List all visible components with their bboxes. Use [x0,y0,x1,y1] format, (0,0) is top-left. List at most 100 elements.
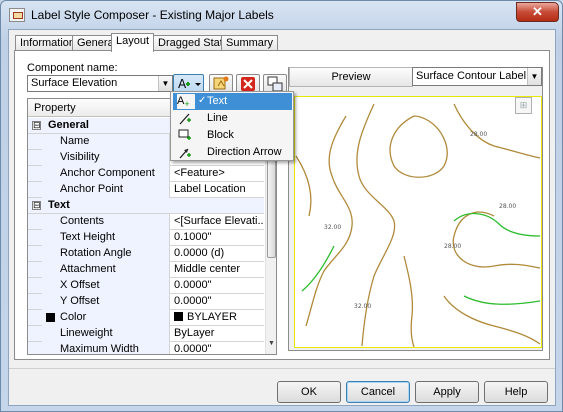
property-name: Text Height [42,230,170,246]
menu-item-text[interactable]: A+ ✓ Text [173,93,292,110]
app-icon [9,8,25,22]
property-value[interactable]: <[Surface Elevati... [171,214,264,230]
menu-item-block[interactable]: Block [173,127,292,144]
contour-preview-drawing: 28.00 28.00 32.00 28.00 32.00 [294,96,542,348]
property-row[interactable]: Color BYLAYER [28,310,264,326]
block-component-icon [177,128,195,143]
property-value[interactable]: 0.1000" [171,230,264,246]
property-name-text: Text Height [60,231,116,243]
menu-item-label: Line [207,112,228,124]
preview-button[interactable]: Preview [289,67,413,87]
menu-item-label: Block [207,129,234,141]
component-name-combo[interactable]: Surface Elevation ▼ [27,75,173,92]
scroll-down-arrow-icon[interactable]: ▼ [266,340,276,352]
close-button[interactable]: ✕ [516,2,559,22]
property-name-text: X Offset [60,279,100,291]
zoom-extents-icon[interactable]: ⊞ [515,97,532,114]
property-value-text: 0.0000 (d) [174,247,225,259]
property-row[interactable]: Text Height 0.1000" [28,230,264,246]
menu-item-label: Direction Arrow [207,146,282,158]
property-name: X Offset [42,278,170,294]
contour-label: 28.00 [470,131,487,138]
tab-layout[interactable]: Layout [111,33,155,52]
property-name-text: Color [60,311,87,323]
svg-text:A: A [178,77,187,91]
separator [9,368,555,369]
property-group-text[interactable]: ⊟ Text [28,198,264,214]
preview-style-value: Surface Contour Label Styl [416,70,542,82]
contour-label: 28.00 [444,243,461,250]
apply-button[interactable]: Apply [415,381,479,403]
preview-style-combo[interactable]: Surface Contour Label Styl ▼ [412,67,542,86]
property-row[interactable]: Attachment Middle center [28,262,264,278]
property-name-text: Maximum Width [60,343,139,355]
collapse-icon[interactable]: ⊟ [32,201,41,210]
property-value-text: Label Location [174,183,246,195]
property-name: Attachment [42,262,170,278]
property-row[interactable]: Maximum Width 0.0000" [28,342,264,355]
property-name: Visibility [42,150,170,166]
property-name-text: Anchor Component [60,167,155,179]
property-name-text: Name [60,135,90,147]
contour-label: 32.00 [354,303,371,310]
text-component-icon: A+ [177,94,195,109]
tab-summary[interactable]: Summary [221,35,279,51]
property-value[interactable]: Label Location [171,182,264,198]
property-value[interactable]: 0.0000 (d) [171,246,264,262]
property-name-text: Anchor Point [60,183,123,195]
collapse-icon[interactable]: ⊟ [32,121,41,130]
property-value[interactable]: ByLayer [171,326,264,342]
cancel-button[interactable]: Cancel [346,381,410,403]
property-name: Y Offset [42,294,170,310]
property-name: Maximum Width [42,342,170,355]
property-value-text: 0.0000" [174,343,212,355]
property-name-text: Y Offset [60,295,100,307]
property-group-label: Text [48,199,70,211]
property-name: Anchor Point [42,182,170,198]
property-name: Color [42,310,170,326]
property-row[interactable]: Y Offset 0.0000" [28,294,264,310]
line-component-icon [177,111,195,126]
chevron-down-icon: ▼ [158,76,172,91]
property-name: Lineweight [42,326,170,342]
window-title: Label Style Composer - Existing Major La… [31,8,274,22]
property-name-text: Rotation Angle [60,247,132,259]
checkmark-icon: ✓ [198,95,207,106]
property-row[interactable]: Lineweight ByLayer [28,326,264,342]
menu-item-direction-arrow[interactable]: Direction Arrow [173,144,292,161]
menu-item-line[interactable]: Line [173,110,292,127]
property-name: Anchor Component [42,166,170,182]
property-value-text: 0.0000" [174,279,212,291]
property-name-text: Visibility [60,151,100,163]
property-value[interactable]: 0.0000" [171,294,264,310]
color-swatch-icon [174,312,183,321]
property-value[interactable]: 0.0000" [171,342,264,355]
menu-item-label: Text [207,95,228,107]
title-bar: Label Style Composer - Existing Major La… [1,1,562,29]
property-row[interactable]: Anchor Component <Feature> [28,166,264,182]
property-row[interactable]: X Offset 0.0000" [28,278,264,294]
property-value[interactable]: <Feature> [171,166,264,182]
dialog-client: Information General Layout Dragged State… [8,29,556,406]
ok-button[interactable]: OK [277,381,341,403]
contour-label: 28.00 [499,203,516,210]
property-name: Contents [42,214,170,230]
tab-information[interactable]: Information [15,35,81,51]
add-component-menu: A+ ✓ Text Line Block Direction Arrow [170,91,294,161]
property-row[interactable]: Contents <[Surface Elevati... [28,214,264,230]
property-value[interactable]: BYLAYER [171,310,264,326]
property-name-text: Contents [60,215,105,227]
property-value-text: Middle center [174,263,241,275]
preview-canvas[interactable]: 28.00 28.00 32.00 28.00 32.00 [294,96,542,348]
property-value-text: ByLayer [174,327,215,339]
property-name: Rotation Angle [42,246,170,262]
help-button[interactable]: Help [484,381,548,403]
property-value-text: 0.1000" [174,231,212,243]
property-value[interactable]: 0.0000" [171,278,264,294]
property-row[interactable]: Rotation Angle 0.0000 (d) [28,246,264,262]
property-value-text: <Feature> [174,167,225,179]
chevron-down-icon: ▼ [527,68,541,85]
dialog-window: Label Style Composer - Existing Major La… [0,0,563,412]
property-value[interactable]: Middle center [171,262,264,278]
property-row[interactable]: Anchor Point Label Location [28,182,264,198]
